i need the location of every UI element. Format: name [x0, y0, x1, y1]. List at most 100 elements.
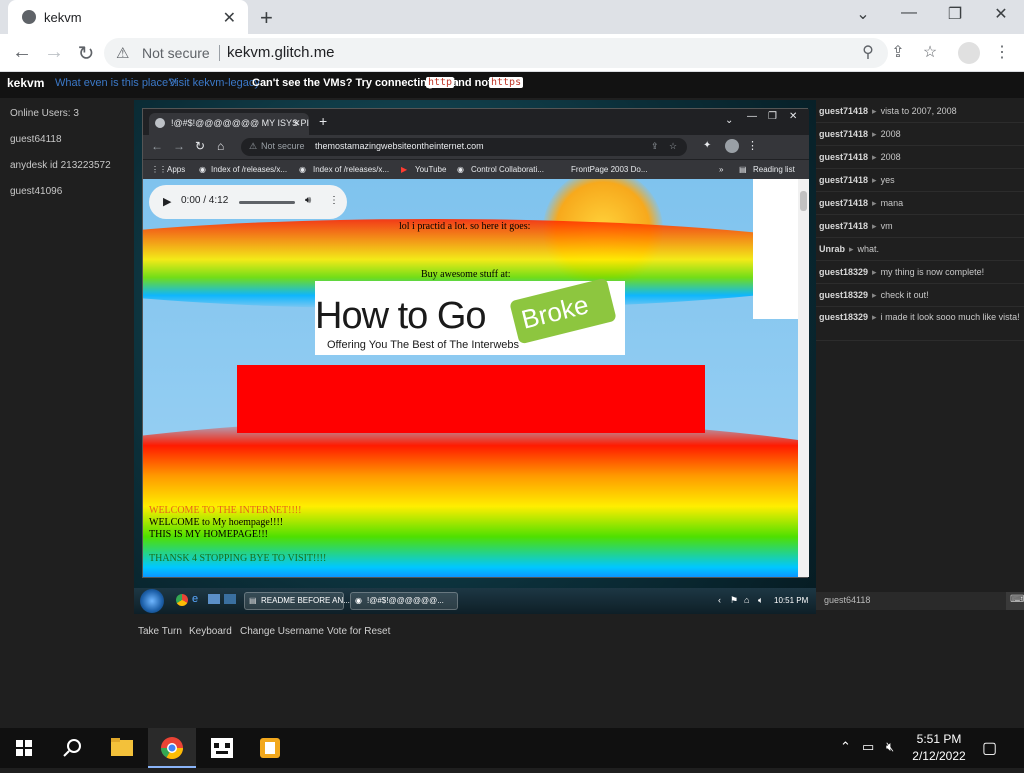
search-icon: [63, 739, 81, 757]
zoom-icon[interactable]: ⚲: [857, 42, 879, 62]
star-icon[interactable]: ☆: [669, 141, 677, 152]
chrome-icon[interactable]: [176, 594, 188, 606]
tray-volume-muted-icon[interactable]: 🔇︎: [886, 739, 894, 755]
star-icon[interactable]: ☆: [919, 42, 941, 62]
how-to-go-broke-logo[interactable]: How to Go Broke Offering You The Best of…: [315, 277, 625, 355]
profile-avatar-icon[interactable]: [958, 42, 980, 64]
vm-screen[interactable]: !@#$!@@@@@@@ MY ISYS PI ✕ + ⌄ — ❐ ✕ ← → …: [134, 100, 816, 614]
close-window-button[interactable]: ✕: [789, 111, 797, 122]
chevron-down-icon[interactable]: ⌄: [848, 4, 878, 24]
chat-message: guest71418 ▸ 2008: [816, 146, 1024, 169]
tray-network-icon: ⌂: [744, 595, 750, 605]
play-icon[interactable]: ▶: [163, 195, 171, 208]
globe-icon: [22, 10, 36, 24]
home-icon[interactable]: ⌂: [217, 139, 224, 153]
chat-send-button[interactable]: ⌨: [1006, 592, 1024, 610]
chat-message: guest71418 ▸ mana: [816, 192, 1024, 215]
keyboard-button[interactable]: Keyboard: [189, 626, 232, 637]
close-tab-icon[interactable]: ✕: [293, 118, 301, 129]
reload-icon[interactable]: ↻: [74, 41, 98, 66]
more-bookmarks-icon[interactable]: »: [719, 165, 723, 174]
extensions-icon[interactable]: ✦: [703, 140, 711, 151]
vm-tab[interactable]: !@#$!@@@@@@@ MY ISYS PI ✕: [149, 113, 309, 135]
audio-player[interactable]: ▶ 0:00 / 4:12 🔊︎ ⋮: [149, 185, 347, 219]
tab-title: kekvm: [44, 10, 82, 25]
file-explorer-button[interactable]: [98, 728, 146, 768]
reload-icon[interactable]: ↻: [195, 139, 205, 153]
maximize-button[interactable]: ❐: [768, 111, 777, 122]
tray-chevron-icon[interactable]: ‹: [718, 595, 721, 605]
notifications-icon[interactable]: ▢: [982, 738, 997, 758]
vm-task-readme[interactable]: ▤ README BEFORE AN...: [244, 592, 350, 610]
close-window-button[interactable]: ✕: [986, 4, 1016, 24]
new-tab-icon[interactable]: +: [319, 113, 327, 129]
bookmark-index-1[interactable]: Index of /releases/x...: [211, 165, 287, 174]
start-button[interactable]: [0, 728, 48, 768]
tab-kekvm[interactable]: kekvm ✕: [8, 0, 248, 34]
divider: [219, 45, 220, 61]
bookmark-youtube[interactable]: YouTube: [415, 165, 446, 174]
chevron-down-icon[interactable]: ⌄: [725, 115, 733, 126]
youtube-icon: ▶: [401, 165, 408, 174]
app-cat-button[interactable]: [198, 728, 246, 768]
change-username-button[interactable]: Change Username: [240, 626, 324, 637]
vm-task-browser[interactable]: ◉ !@#$!@@@@@@...: [350, 592, 458, 610]
chat-username: guest71418: [819, 198, 869, 208]
vm-address-bar[interactable]: ⚠ Not secure themostamazingwebsiteonthei…: [241, 138, 687, 156]
share-icon[interactable]: ⇪: [887, 42, 909, 62]
ie-icon[interactable]: e: [192, 593, 198, 605]
chat-text: 2008: [880, 129, 901, 139]
profile-avatar-icon[interactable]: [725, 139, 739, 153]
new-tab-button[interactable]: +: [260, 5, 273, 31]
kebab-menu-icon[interactable]: ⋮: [991, 42, 1013, 62]
search-button[interactable]: [48, 728, 96, 768]
forward-arrow-icon[interactable]: →: [42, 41, 66, 64]
vm-tab-strip: !@#$!@@@@@@@ MY ISYS PI ✕ + ⌄ — ❐ ✕: [143, 109, 809, 135]
desktop-icon[interactable]: [208, 594, 220, 604]
chat-text: vista to 2007, 2008: [880, 106, 957, 116]
clock-date[interactable]: 2/12/2022: [908, 749, 970, 763]
bookmark-index-2[interactable]: Index of /releases/x...: [313, 165, 389, 174]
chrome-button[interactable]: [148, 728, 196, 768]
vote-reset-button[interactable]: Vote for Reset: [327, 626, 390, 637]
apps-icon[interactable]: ⋮⋮: [151, 165, 167, 174]
bookmark-reading-list[interactable]: Reading list: [753, 165, 795, 174]
bookmark-control[interactable]: Control Collaborati...: [471, 165, 544, 174]
app-notes-button[interactable]: [246, 728, 294, 768]
clock-time[interactable]: 5:51 PM: [908, 732, 970, 746]
audio-more-icon[interactable]: ⋮: [329, 195, 339, 206]
forward-arrow-icon[interactable]: →: [173, 139, 185, 153]
chat-message: guest18329 ▸ my thing is now complete!: [816, 261, 1024, 284]
brand-logo[interactable]: kekvm: [7, 76, 44, 90]
chat-arrow-icon: ▸: [872, 312, 877, 322]
explorer-icon[interactable]: [224, 594, 236, 604]
vm-start-button[interactable]: [140, 589, 164, 613]
about-link[interactable]: What even is this place?!: [55, 77, 177, 89]
volume-icon[interactable]: 🔊︎: [305, 195, 311, 206]
page-buy-text: Buy awesome stuff at:: [421, 269, 511, 280]
back-arrow-icon[interactable]: ←: [151, 139, 163, 153]
folder-icon: [111, 738, 133, 756]
bookmark-apps[interactable]: Apps: [167, 165, 185, 174]
kebab-menu-icon[interactable]: ⋮: [747, 139, 758, 152]
notice-code-https: https: [489, 77, 524, 88]
address-bar[interactable]: ⚠ Not secure kekvm.glitch.me: [104, 38, 888, 68]
share-icon[interactable]: ⇪: [651, 141, 659, 152]
vm-toolbar: ← → ↻ ⌂ ⚠ Not secure themostamazingwebsi…: [143, 135, 809, 159]
minimize-button[interactable]: —: [747, 111, 757, 122]
globe-icon: ◉: [299, 165, 306, 174]
chat-input[interactable]: guest64118: [816, 592, 1006, 610]
maximize-button[interactable]: ❐: [940, 4, 970, 24]
scrollbar-thumb[interactable]: [800, 191, 807, 211]
back-arrow-icon[interactable]: ←: [10, 41, 34, 64]
close-tab-icon[interactable]: ✕: [223, 8, 236, 28]
chat-text: vm: [880, 221, 893, 231]
tray-chevron-icon[interactable]: ⌃: [840, 739, 851, 755]
bookmark-frontpage[interactable]: FrontPage 2003 Do...: [571, 165, 648, 174]
vm-scrollbar[interactable]: [798, 179, 809, 577]
minimize-button[interactable]: —: [894, 4, 924, 22]
tray-network-icon[interactable]: ▭: [862, 739, 874, 755]
audio-progress-bar[interactable]: [239, 201, 295, 204]
legacy-link[interactable]: Visit kekvm-legacy: [169, 77, 260, 89]
take-turn-button[interactable]: Take Turn: [138, 626, 182, 637]
